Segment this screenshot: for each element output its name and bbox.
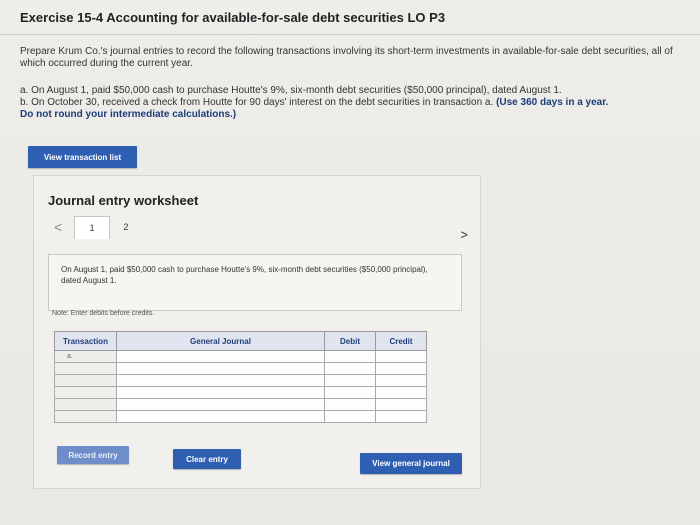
tab-entry-1[interactable]: 1	[74, 216, 110, 239]
debit-input[interactable]	[324, 374, 376, 387]
credit-input[interactable]	[375, 398, 427, 411]
debit-input[interactable]	[324, 410, 376, 423]
table-row	[54, 410, 427, 423]
debit-input[interactable]	[324, 362, 376, 375]
transaction-cell	[54, 398, 117, 411]
transaction-cell	[54, 410, 117, 423]
credit-input[interactable]	[375, 362, 427, 375]
debit-input[interactable]	[324, 350, 376, 363]
page-title: Exercise 15-4 Accounting for available-f…	[20, 10, 446, 25]
account-input[interactable]	[116, 374, 325, 387]
header-debit: Debit	[324, 331, 376, 351]
journal-table-header: Transaction General Journal Debit Credit	[54, 331, 427, 351]
next-entry-chevron-icon[interactable]: >	[460, 227, 468, 242]
header-transaction: Transaction	[54, 331, 117, 351]
debit-credit-note: Note: Enter debits before credits.	[52, 310, 155, 317]
view-transaction-list-button[interactable]: View transaction list	[28, 146, 137, 168]
journal-entry-worksheet: Journal entry worksheet < 1 2 > On Augus…	[33, 175, 481, 489]
entry-description-box: On August 1, paid $50,000 cash to purcha…	[48, 254, 462, 311]
clear-entry-button[interactable]: Clear entry	[173, 449, 241, 469]
credit-input[interactable]	[375, 374, 427, 387]
table-row	[54, 386, 427, 399]
table-row	[54, 374, 427, 387]
record-entry-button[interactable]: Record entry	[57, 446, 129, 464]
transaction-cell	[54, 374, 117, 387]
transaction-item-b: b. On October 30, received a check from …	[20, 97, 690, 109]
table-row: a.	[54, 350, 427, 363]
table-row	[54, 398, 427, 411]
entry-description: On August 1, paid $50,000 cash to purcha…	[61, 265, 428, 285]
account-input[interactable]	[116, 398, 325, 411]
transaction-cell	[54, 386, 117, 399]
worksheet-title: Journal entry worksheet	[48, 193, 199, 208]
transaction-list: a. On August 1, paid $50,000 cash to pur…	[20, 85, 690, 121]
credit-input[interactable]	[375, 386, 427, 399]
rounding-instruction: Do not round your intermediate calculati…	[20, 109, 237, 120]
credit-input[interactable]	[375, 410, 427, 423]
transaction-cell	[54, 362, 117, 375]
account-input[interactable]	[116, 410, 325, 423]
debit-input[interactable]	[324, 386, 376, 399]
transaction-item-b-emphasis: (Use 360 days in a year.	[496, 97, 609, 108]
debit-input[interactable]	[324, 398, 376, 411]
account-input[interactable]	[116, 350, 325, 363]
account-input[interactable]	[116, 362, 325, 375]
journal-table: Transaction General Journal Debit Credit…	[54, 331, 427, 423]
credit-input[interactable]	[375, 350, 427, 363]
view-general-journal-button[interactable]: View general journal	[360, 453, 462, 474]
transaction-item-b-text: b. On October 30, received a check from …	[20, 97, 494, 108]
transaction-cell: a.	[54, 350, 117, 363]
header-credit: Credit	[375, 331, 427, 351]
table-row	[54, 362, 427, 375]
account-input[interactable]	[116, 386, 325, 399]
previous-entry-chevron-icon[interactable]: <	[54, 219, 62, 235]
instructions-intro: Prepare Krum Co.'s journal entries to re…	[20, 46, 673, 69]
header-general-journal: General Journal	[116, 331, 325, 351]
transaction-item-a: a. On August 1, paid $50,000 cash to pur…	[20, 85, 562, 96]
title-divider	[0, 34, 700, 35]
exercise-page: Exercise 15-4 Accounting for available-f…	[0, 0, 700, 525]
tab-entry-2[interactable]: 2	[114, 216, 138, 238]
